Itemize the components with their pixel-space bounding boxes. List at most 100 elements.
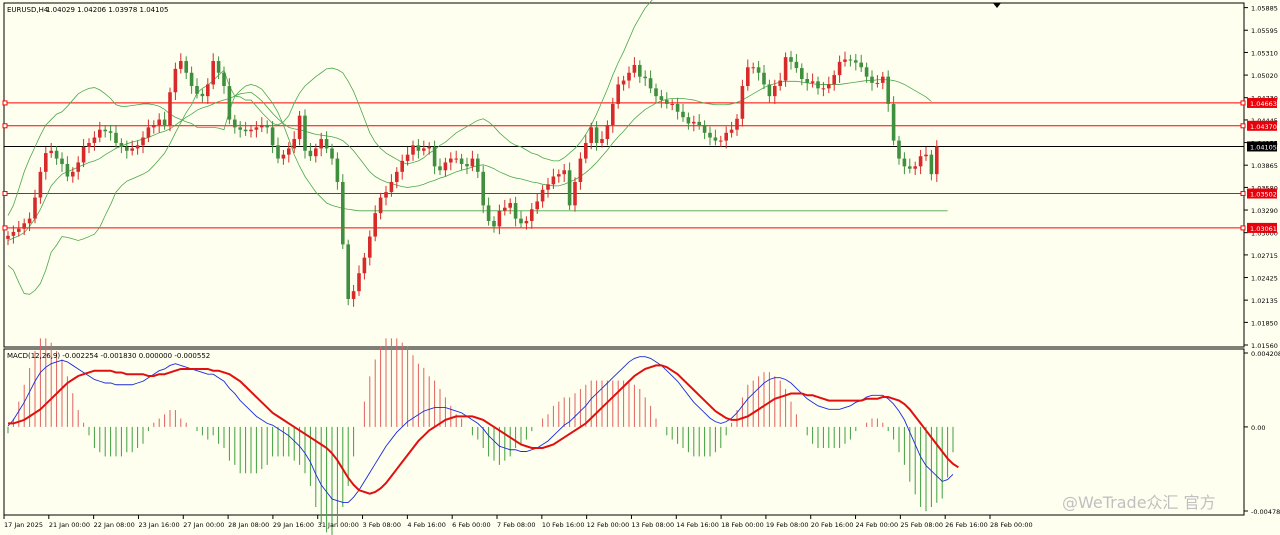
level-anchor-icon <box>2 123 8 129</box>
candle-body <box>292 139 296 149</box>
candle-body <box>810 81 815 83</box>
candle-body <box>886 76 890 104</box>
candle-body <box>227 86 232 120</box>
candle-body <box>551 176 556 185</box>
price-tick-label: 1.05885 <box>1251 5 1278 13</box>
level-anchor-icon <box>1240 100 1246 106</box>
candle-body <box>173 68 178 93</box>
candle-body <box>600 139 604 143</box>
price-tick-label: 1.05310 <box>1251 49 1278 57</box>
candle-body <box>168 92 172 126</box>
candle-body <box>103 129 107 132</box>
candle-body <box>71 171 75 177</box>
candle-body <box>675 103 680 112</box>
candle-body <box>416 145 421 151</box>
candle-body <box>832 75 836 85</box>
candle-body <box>206 84 210 97</box>
candle-body <box>616 84 620 104</box>
candle-body <box>443 162 448 171</box>
candle-body <box>44 153 48 172</box>
candle-body <box>54 150 59 159</box>
price-tick-label: 1.02715 <box>1251 252 1278 260</box>
candle-body <box>627 72 631 81</box>
candle-body <box>643 76 647 79</box>
candle-body <box>184 61 188 73</box>
time-tick-label: 22 Jan 08:00 <box>94 521 135 529</box>
candle-body <box>789 57 793 62</box>
candle-body <box>918 156 923 167</box>
time-tick-label: 25 Feb 08:00 <box>900 521 943 529</box>
candle-body <box>654 88 658 97</box>
candle-body <box>751 67 755 69</box>
candle-body <box>357 273 361 292</box>
price-tick-label: 1.05020 <box>1251 72 1278 80</box>
candle-body <box>837 61 842 76</box>
candle-body <box>76 162 80 172</box>
candle-body <box>135 145 140 149</box>
candle-body <box>805 78 809 83</box>
level-anchor-icon <box>1240 225 1246 231</box>
candle-body <box>492 220 496 227</box>
candle-body <box>756 67 761 73</box>
time-tick-label: 29 Jan 16:00 <box>273 521 314 529</box>
candle-body <box>260 125 264 128</box>
candle-body <box>65 164 70 177</box>
trading-chart[interactable]: 1.058851.055951.053101.050201.047301.044… <box>0 0 1280 535</box>
candle-body <box>405 154 410 161</box>
level-price-label: 1.03061 <box>1250 225 1277 233</box>
time-tick-label: 21 Jan 00:00 <box>49 521 90 529</box>
candle-body <box>843 59 847 62</box>
candle-body <box>854 60 858 63</box>
candle-body <box>713 137 718 141</box>
candle-body <box>503 207 507 211</box>
candle-body <box>476 158 480 172</box>
candle-body <box>108 131 113 133</box>
candle-body <box>783 57 788 81</box>
candle-body <box>119 142 124 147</box>
candle-body <box>465 164 469 167</box>
candle-body <box>594 127 599 143</box>
level-price-label: 1.04105 <box>1250 143 1277 151</box>
candle-body <box>422 148 426 151</box>
candle-body <box>287 148 291 155</box>
candle-body <box>189 72 194 87</box>
candle-body <box>540 189 545 202</box>
time-tick-label: 4 Feb 16:00 <box>407 521 446 529</box>
candle-body <box>87 142 91 147</box>
price-tick-label: 1.01560 <box>1251 342 1278 350</box>
candle-body <box>881 76 885 83</box>
price-tick-label: 1.05595 <box>1251 27 1278 35</box>
candle-body <box>935 146 939 175</box>
candle-body <box>578 158 583 182</box>
level-anchor-icon <box>1240 123 1246 129</box>
candle-body <box>665 100 669 104</box>
candle-body <box>816 81 820 89</box>
candle-body <box>902 158 907 167</box>
candle-body <box>395 171 399 182</box>
candle-body <box>708 132 712 138</box>
candle-body <box>762 72 766 85</box>
time-tick-label: 28 Feb 00:00 <box>990 521 1033 529</box>
candle-body <box>535 201 539 210</box>
candle-body <box>432 146 437 167</box>
candle-body <box>621 80 626 85</box>
candle-body <box>314 148 318 157</box>
candle-body <box>573 181 577 206</box>
candle-body <box>670 103 674 105</box>
candle-body <box>6 235 10 239</box>
candle-body <box>157 119 161 126</box>
candle-body <box>330 148 334 159</box>
candle-body <box>27 218 32 224</box>
candle-body <box>864 67 869 77</box>
candle-body <box>427 146 431 149</box>
candle-body <box>524 220 529 224</box>
candle-body <box>530 209 534 221</box>
candle-body <box>924 154 928 157</box>
candle-body <box>508 203 512 208</box>
candle-body <box>908 166 912 169</box>
level-price-label: 1.04370 <box>1250 123 1277 131</box>
ohlc-label: 1.04029 1.04206 1.03978 1.04105 <box>46 6 168 14</box>
candle-body <box>60 158 64 165</box>
candle-body <box>513 203 518 219</box>
candle-body <box>308 150 313 157</box>
